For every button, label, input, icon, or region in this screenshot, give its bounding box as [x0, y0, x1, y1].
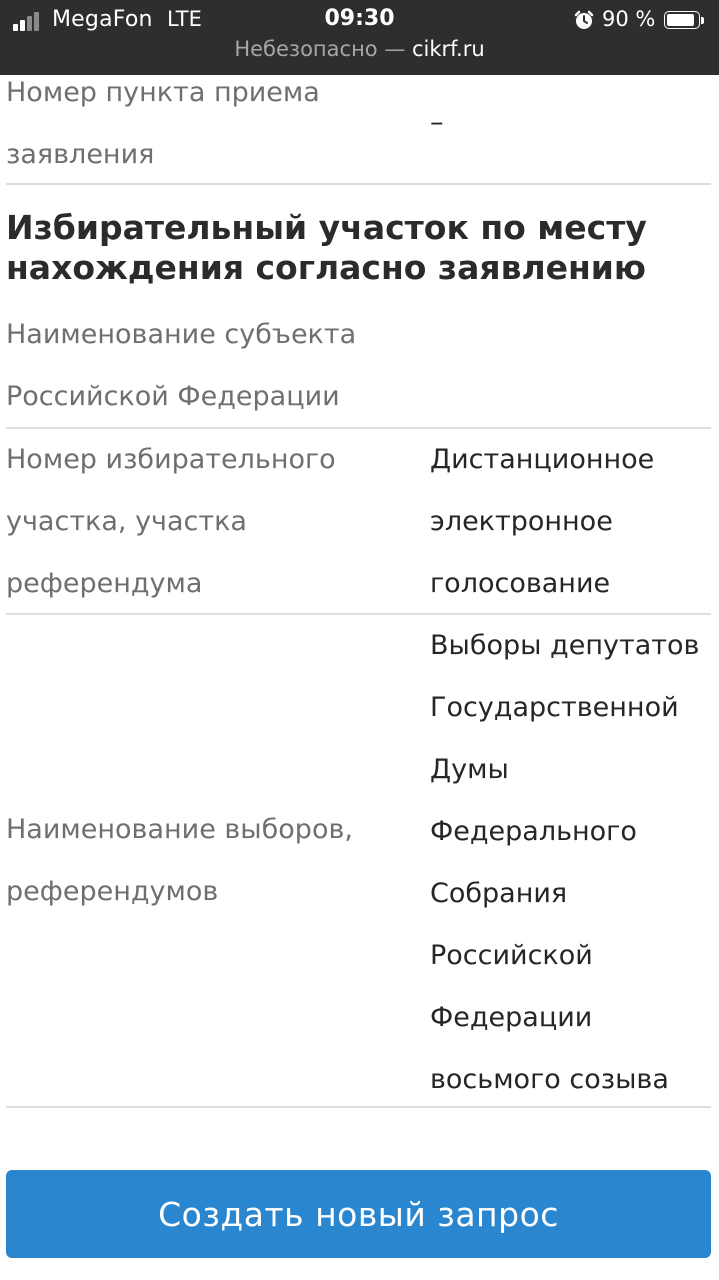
pickup-point-label: Номер пункта приема заявления	[6, 77, 320, 170]
elections-value: Выборы депутатов Государственной Думы Фе…	[430, 630, 700, 1095]
row-subject: Наименование субъекта Российской Федерац…	[6, 304, 711, 429]
status-row: MegaFon LTE 09:30 90 %	[0, 5, 719, 35]
row-elections: Наименование выборов, референдумов Выбор…	[6, 615, 711, 1108]
row-pickup-point: Номер пункта приема заявления –	[6, 75, 711, 185]
create-new-request-button[interactable]: Создать новый запрос	[6, 1170, 711, 1258]
subject-label: Наименование субъекта Российской Федерац…	[6, 319, 357, 412]
battery-icon	[664, 11, 704, 31]
precinct-label: Номер избирательного участка, участка ре…	[6, 444, 336, 599]
battery-percent: 90 %	[602, 7, 656, 31]
elections-label: Наименование выборов, референдумов	[6, 814, 353, 907]
precinct-value: Дистанционное электронное голосование	[430, 444, 655, 599]
pickup-point-value: –	[430, 107, 444, 138]
security-warning: Небезопасно —	[234, 37, 412, 61]
alarm-icon	[574, 10, 594, 29]
url-bar[interactable]: Небезопасно — cikrf.ru	[0, 37, 719, 61]
section-title: Избирательный участок по месту нахождени…	[6, 208, 647, 287]
row-precinct: Номер избирательного участка, участка ре…	[6, 429, 711, 615]
url-domain: cikrf.ru	[412, 37, 485, 61]
